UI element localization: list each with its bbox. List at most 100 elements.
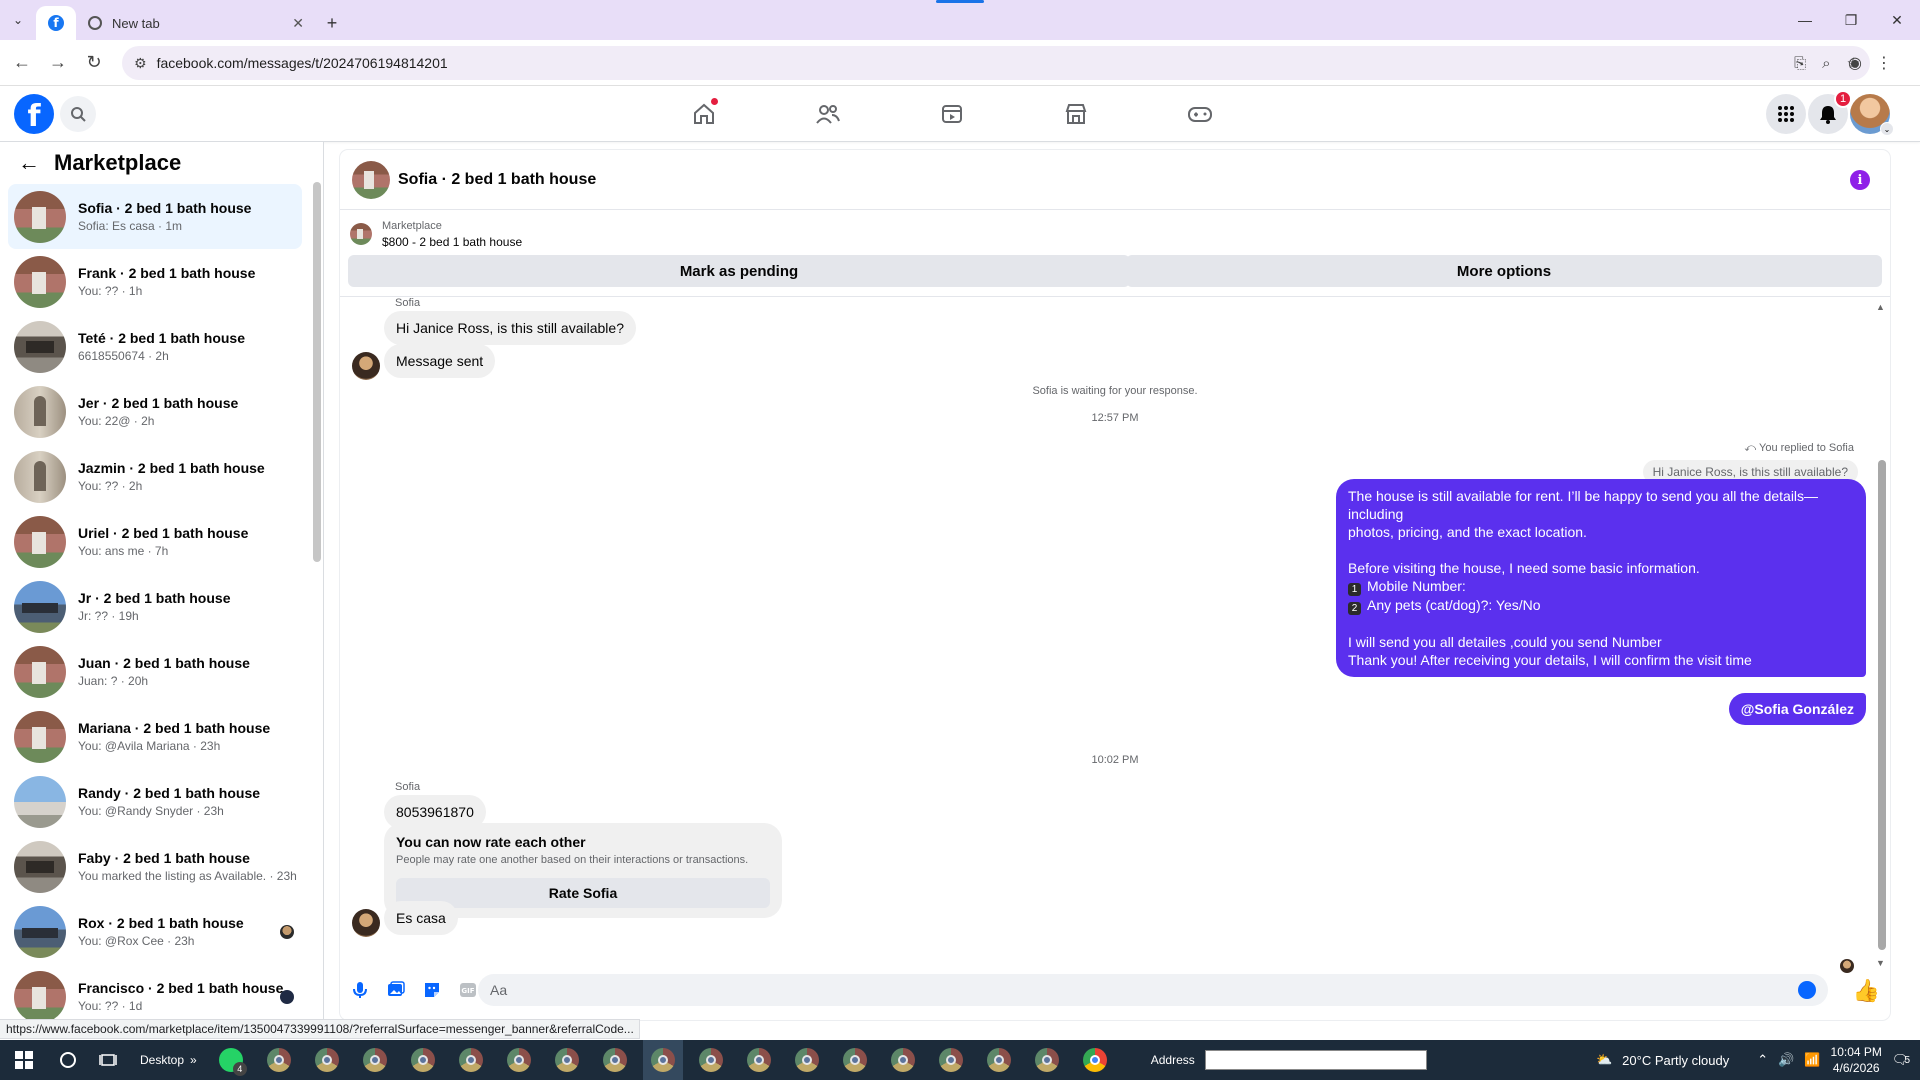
conversation-jazmin[interactable]: Jazmin · 2 bed 1 bath house You: ?? · 2h <box>8 444 302 509</box>
restore-button[interactable]: ❐ <box>1828 0 1874 40</box>
sticker-button[interactable] <box>422 980 442 1000</box>
taskbar-chrome[interactable] <box>355 1040 395 1080</box>
rate-button[interactable]: Rate Sofia <box>396 878 770 908</box>
profile-icon[interactable]: ◉ <box>1848 53 1862 73</box>
voice-clip-button[interactable] <box>350 980 370 1000</box>
gif-button[interactable]: GIF <box>458 980 478 1000</box>
minimize-button[interactable]: — <box>1782 0 1828 40</box>
conversation-faby[interactable]: Faby · 2 bed 1 bath house You marked the … <box>8 834 302 899</box>
nav-gaming[interactable] <box>1182 96 1218 132</box>
new-tab-button[interactable]: + <box>316 6 348 40</box>
sidebar-scrollbar[interactable] <box>313 182 321 562</box>
install-app-icon[interactable]: ⎘ <box>1794 55 1806 72</box>
forward-button[interactable]: → <box>42 47 74 79</box>
outgoing-message[interactable]: The house is still available for rent. I… <box>1336 479 1866 677</box>
start-button[interactable] <box>0 1040 48 1080</box>
chat-scrollbar[interactable] <box>1878 460 1886 950</box>
taskbar-chrome[interactable] <box>883 1040 923 1080</box>
gif-icon: GIF <box>460 983 476 997</box>
nav-marketplace[interactable] <box>1058 96 1094 132</box>
taskbar-whatsapp[interactable]: 4 <box>211 1040 251 1080</box>
incoming-message[interactable]: Message sent <box>384 344 496 378</box>
taskbar-chrome-active[interactable] <box>642 1040 683 1080</box>
close-window-button[interactable]: ✕ <box>1874 0 1920 40</box>
network-icon[interactable]: 📶 <box>1804 1052 1820 1068</box>
chat-avatar[interactable] <box>352 160 390 199</box>
desktop-toolbar-label[interactable]: Desktop <box>140 1053 184 1067</box>
notifications-button[interactable]: 1 <box>1808 90 1852 134</box>
tray-overflow-icon[interactable]: ⌃ <box>1757 1052 1768 1068</box>
conversation-rox[interactable]: Rox · 2 bed 1 bath house You: @Rox Cee · … <box>8 899 302 964</box>
conversation-francisco[interactable]: Francisco · 2 bed 1 bath house You: ?? · … <box>8 964 302 1027</box>
menu-grid-button[interactable] <box>1766 94 1806 134</box>
conversation-juan[interactable]: Juan · 2 bed 1 bath house Juan: ? · 20h <box>8 639 302 704</box>
attach-photo-button[interactable] <box>386 980 406 1000</box>
weather-text[interactable]: 20°C Partly cloudy <box>1622 1053 1729 1068</box>
address-bar[interactable]: ⚙ facebook.com/messages/t/20247061948142… <box>122 46 1870 80</box>
tab-facebook[interactable]: f <box>36 6 76 40</box>
taskbar-chrome[interactable] <box>931 1040 971 1080</box>
taskbar-chrome[interactable] <box>451 1040 491 1080</box>
nav-friends[interactable] <box>810 96 846 132</box>
taskbar-chrome[interactable] <box>307 1040 347 1080</box>
taskbar-chrome[interactable] <box>835 1040 875 1080</box>
conversation-jr[interactable]: Jr · 2 bed 1 bath house Jr: ?? · 19h <box>8 574 302 639</box>
taskbar-chrome[interactable] <box>499 1040 539 1080</box>
chrome-icon <box>1082 1048 1107 1072</box>
weather-icon[interactable]: ⛅ <box>1596 1052 1612 1068</box>
facebook-logo[interactable]: f <box>14 94 54 134</box>
site-info-icon[interactable]: ⚙ <box>134 55 147 72</box>
conversation-tete[interactable]: Teté · 2 bed 1 bath house 6618550674 · 2h <box>8 314 302 379</box>
nav-home[interactable] <box>686 96 722 132</box>
reload-button[interactable]: ↻ <box>78 47 110 79</box>
conversation-uriel[interactable]: Uriel · 2 bed 1 bath house You: ans me · … <box>8 509 302 574</box>
clock[interactable]: 10:04 PM 4/6/2026 <box>1831 1044 1882 1076</box>
conversation-mariana[interactable]: Mariana · 2 bed 1 bath house You: @Avila … <box>8 704 302 769</box>
taskbar-chrome[interactable] <box>1075 1040 1115 1080</box>
taskbar-chrome[interactable] <box>595 1040 635 1080</box>
conversation-jer[interactable]: Jer · 2 bed 1 bath house You: 22@ · 2h <box>8 379 302 444</box>
tab-new-tab[interactable]: New tab ✕ <box>76 6 316 40</box>
search-button[interactable] <box>48 1040 88 1080</box>
taskbar-chrome[interactable] <box>1027 1040 1067 1080</box>
tab-search-icon[interactable]: ⌄ <box>0 0 36 40</box>
toolbar-overflow-chevrons[interactable]: » <box>190 1053 197 1067</box>
taskbar-chrome[interactable] <box>739 1040 779 1080</box>
taskbar-chrome[interactable] <box>787 1040 827 1080</box>
search-button[interactable] <box>60 96 96 132</box>
taskbar-chrome[interactable] <box>403 1040 443 1080</box>
thumbs-up-icon[interactable]: 👍 <box>1853 978 1880 1004</box>
emoji-icon[interactable] <box>1798 981 1816 999</box>
nav-video[interactable] <box>934 96 970 132</box>
conversation-sofia[interactable]: Sofia · 2 bed 1 bath house Sofia: Es casa… <box>8 184 302 249</box>
chat-title[interactable]: Sofia · 2 bed 1 bath house <box>398 171 596 189</box>
mention-message[interactable]: @Sofia González <box>1728 693 1866 725</box>
back-button[interactable]: ← <box>6 47 38 79</box>
taskbar-chrome[interactable] <box>259 1040 299 1080</box>
scroll-up-arrow[interactable]: ▲ <box>1876 302 1885 312</box>
sender-avatar[interactable] <box>352 909 380 937</box>
address-toolbar-input[interactable] <box>1204 1050 1427 1070</box>
taskbar-chrome[interactable] <box>547 1040 587 1080</box>
message-input[interactable]: Aa <box>478 974 1828 1006</box>
zoom-icon[interactable]: ⌕ <box>1822 55 1830 72</box>
conversation-frank[interactable]: Frank · 2 bed 1 bath house You: ?? · 1h <box>8 249 302 314</box>
mark-pending-button[interactable]: Mark as pending <box>348 255 1130 287</box>
task-view-button[interactable] <box>88 1040 128 1080</box>
incoming-message[interactable]: Hi Janice Ross, is this still available? <box>384 311 636 345</box>
back-arrow-icon[interactable]: ← <box>18 150 40 176</box>
sender-avatar[interactable] <box>352 352 380 380</box>
listing-price-title[interactable]: $800 - 2 bed 1 bath house <box>382 234 522 250</box>
more-options-button[interactable]: More options <box>1126 255 1882 287</box>
conversation-randy[interactable]: Randy · 2 bed 1 bath house You: @Randy Sn… <box>8 769 302 834</box>
info-icon[interactable]: i <box>1850 170 1870 190</box>
tab-close-icon[interactable]: ✕ <box>292 15 304 32</box>
incoming-message[interactable]: Es casa <box>384 901 458 935</box>
chevron-down-icon[interactable]: ⌄ <box>1880 122 1894 136</box>
marketplace-banner[interactable]: Marketplace $800 - 2 bed 1 bath house <box>350 218 522 250</box>
taskbar-chrome[interactable] <box>979 1040 1019 1080</box>
taskbar-chrome[interactable] <box>691 1040 731 1080</box>
browser-menu-icon[interactable]: ⋮ <box>1876 53 1892 73</box>
scroll-down-arrow[interactable]: ▼ <box>1876 958 1885 968</box>
volume-icon[interactable]: 🔊 <box>1778 1052 1794 1068</box>
